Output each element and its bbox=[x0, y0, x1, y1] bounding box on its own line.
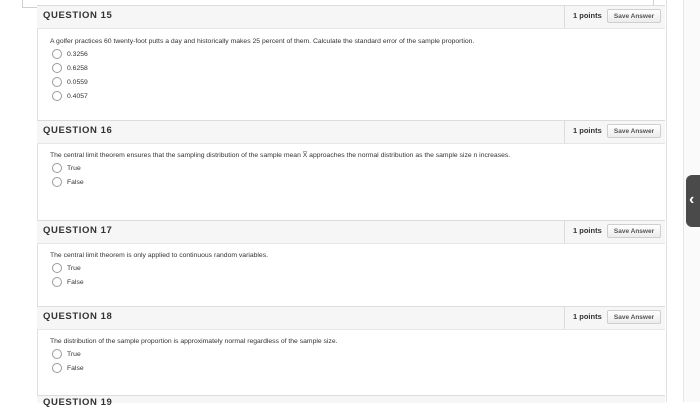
save-answer-button[interactable]: Save Answer bbox=[607, 224, 661, 238]
option-label: 0.0559 bbox=[67, 78, 88, 86]
side-panel-toggle[interactable]: ‹ bbox=[686, 175, 700, 227]
question-text: The central limit theorem is only applie… bbox=[50, 252, 268, 259]
question-body: The central limit theorem ensures that t… bbox=[37, 144, 665, 189]
points-label: 1 points bbox=[573, 226, 602, 235]
option-label: False bbox=[67, 278, 84, 286]
radio-button[interactable] bbox=[52, 263, 62, 273]
radio-button[interactable] bbox=[52, 349, 62, 359]
question-body: The central limit theorem is only applie… bbox=[37, 244, 665, 289]
question-header: QUESTION 18 1 points Save Answer bbox=[37, 306, 665, 330]
option-label: 0.6258 bbox=[67, 64, 88, 72]
answer-option[interactable]: True bbox=[50, 161, 665, 175]
radio-button[interactable] bbox=[52, 77, 62, 87]
radio-button[interactable] bbox=[52, 277, 62, 287]
question-title: QUESTION 18 bbox=[43, 311, 113, 322]
option-label: False bbox=[67, 364, 84, 372]
question-17: QUESTION 17 1 points Save Answer The cen… bbox=[37, 220, 665, 289]
question-text: A golfer practices 60 twenty-foot putts … bbox=[50, 38, 475, 45]
option-label: False bbox=[67, 178, 84, 186]
points-label: 1 points bbox=[573, 11, 602, 20]
radio-button[interactable] bbox=[52, 177, 62, 187]
answer-option[interactable]: 0.4057 bbox=[50, 89, 665, 103]
question-title: QUESTION 17 bbox=[43, 225, 113, 236]
save-answer-button[interactable]: Save Answer bbox=[607, 9, 661, 23]
answer-option[interactable]: 0.6258 bbox=[50, 61, 665, 75]
answer-option[interactable]: False bbox=[50, 175, 665, 189]
points-label: 1 points bbox=[573, 312, 602, 321]
question-text: The distribution of the sample proportio… bbox=[50, 338, 338, 345]
answer-option[interactable]: True bbox=[50, 261, 665, 275]
points-label: 1 points bbox=[573, 126, 602, 135]
option-label: 0.4057 bbox=[67, 92, 88, 100]
radio-button[interactable] bbox=[52, 363, 62, 373]
question-meta: 1 points Save Answer bbox=[564, 121, 666, 143]
question-16: QUESTION 16 1 points Save Answer The cen… bbox=[37, 120, 665, 189]
save-answer-button[interactable]: Save Answer bbox=[607, 310, 661, 324]
question-title: QUESTION 16 bbox=[43, 125, 113, 136]
option-label: True bbox=[67, 264, 81, 272]
radio-button[interactable] bbox=[52, 91, 62, 101]
option-label: True bbox=[67, 164, 81, 172]
question-title: QUESTION 15 bbox=[43, 10, 113, 21]
answer-option[interactable]: False bbox=[50, 361, 665, 375]
radio-button[interactable] bbox=[52, 49, 62, 59]
question-18: QUESTION 18 1 points Save Answer The dis… bbox=[37, 306, 665, 375]
radio-button[interactable] bbox=[52, 163, 62, 173]
question-meta: 1 points Save Answer bbox=[564, 6, 666, 28]
question-body: A golfer practices 60 twenty-foot putts … bbox=[37, 29, 665, 103]
question-15: QUESTION 15 1 points Save Answer A golfe… bbox=[37, 5, 665, 103]
option-label: True bbox=[67, 350, 81, 358]
radio-button[interactable] bbox=[52, 63, 62, 73]
answer-option[interactable]: False bbox=[50, 275, 665, 289]
save-answer-button[interactable]: Save Answer bbox=[607, 124, 661, 138]
question-header: QUESTION 15 1 points Save Answer bbox=[37, 5, 665, 29]
answer-option[interactable]: 0.3256 bbox=[50, 47, 665, 61]
question-meta: 1 points Save Answer bbox=[564, 307, 666, 329]
answer-option[interactable]: 0.0559 bbox=[50, 75, 665, 89]
question-meta: 1 points Save Answer bbox=[564, 221, 666, 243]
answer-option[interactable]: True bbox=[50, 347, 665, 361]
question-header: QUESTION 16 1 points Save Answer bbox=[37, 120, 665, 144]
question-text: The central limit theorem ensures that t… bbox=[50, 152, 511, 159]
question-body: The distribution of the sample proportio… bbox=[37, 330, 665, 375]
chevron-left-icon: ‹ bbox=[689, 191, 695, 208]
question-title: QUESTION 19 bbox=[43, 397, 113, 408]
option-label: 0.3256 bbox=[67, 50, 88, 58]
question-header: QUESTION 17 1 points Save Answer bbox=[37, 220, 665, 244]
